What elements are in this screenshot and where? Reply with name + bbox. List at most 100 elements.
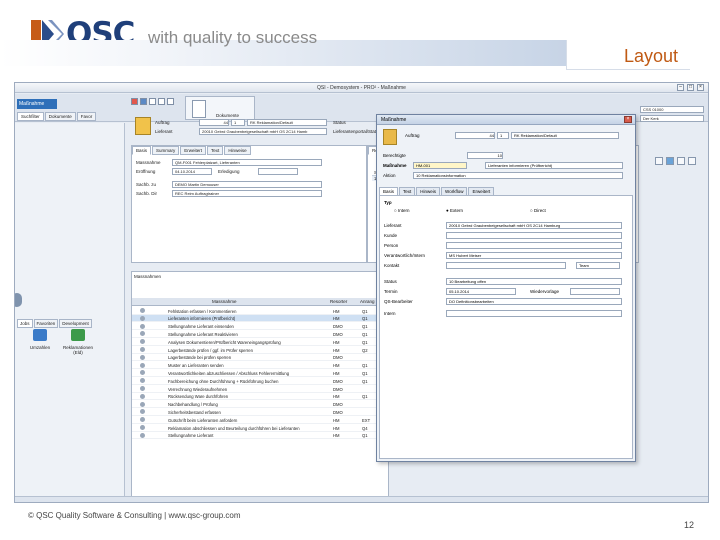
list-item[interactable]: Lagerbestände prüfen / ggf. im Prüfer sp… (132, 346, 388, 354)
info-icon[interactable] (167, 98, 174, 105)
dialog-auftrag-field[interactable]: 44 (455, 132, 495, 139)
dialog-field-value[interactable] (446, 242, 622, 249)
dialog-auftrag-sub[interactable]: 1 (497, 132, 509, 139)
minimize-icon[interactable]: – (677, 84, 684, 91)
dialog-field-value[interactable]: DO Definitionsbearbeiten (446, 298, 622, 305)
list-item[interactable]: Fehlstation erfassen / Kommentieren HM Q1 (132, 307, 388, 315)
dialog-field-value[interactable]: 10 Bearbeitung offen (446, 278, 622, 285)
sidebar-tab-jobs[interactable]: Jobs (17, 319, 33, 328)
maximize-icon[interactable]: □ (687, 84, 694, 91)
erledigung-field[interactable] (258, 168, 298, 175)
dialog-field-value[interactable]: MS Hubert Meiser (446, 252, 622, 259)
list-item-resorter: DMO (333, 331, 343, 337)
sidebar-collapse-handle[interactable] (15, 293, 22, 307)
dialog-title: Maßnahme (377, 115, 635, 125)
tab-text[interactable]: Text (207, 146, 224, 155)
list-item-name: Reklamation abschliessen und Beurteilung… (168, 425, 300, 431)
sachb-zu-field[interactable]: DEMO Martin Demouser (172, 181, 322, 188)
list-item-anrang: Q1 (362, 316, 368, 322)
radio-extern[interactable]: ● Extern (446, 208, 463, 213)
export-icon[interactable] (677, 157, 685, 165)
berechtigte-field[interactable]: 10 (467, 152, 503, 159)
list-item[interactable]: Muster an Lieferanten senden HM Q1 (132, 362, 388, 370)
list-item[interactable]: Stellungnahme Lieferant einsenden DMO Q1 (132, 323, 388, 331)
list-item-name: Verantwortlichkeiten abzuschliessen / Ab… (168, 370, 290, 376)
dokumente-box[interactable]: Dokumente (185, 96, 255, 120)
lieferant-field[interactable]: 20010 Gebrd Graubenbeigesellschaft mbH O… (199, 128, 327, 135)
aktion-select[interactable]: 10 Reklamationsinformation (413, 172, 623, 179)
list-item[interactable]: Lagerbestände bei prüfen sperren DMO (132, 354, 388, 362)
tab-favor[interactable]: Favor (76, 112, 97, 121)
team-button[interactable]: Team (576, 262, 620, 269)
dialog-auftrag-type[interactable]: RK Reklamation/Default (511, 132, 619, 139)
eroeffnung-field[interactable]: 04.10.2014 (172, 168, 212, 175)
tab-dokumente[interactable]: Dokumente (44, 112, 76, 121)
save-icon[interactable] (140, 98, 147, 105)
list-item-name: Lieferanten informieren (Prüfbericht) (168, 316, 236, 322)
status-icon (140, 354, 145, 360)
sidebar-item-reklamationen[interactable]: Reklamationen (Eld) (63, 345, 93, 355)
list-item[interactable]: Nachbehandlung / Prüfung DMO (132, 401, 388, 409)
list-item[interactable]: Lieferanten informieren (Prüfbericht) HM Q… (132, 314, 388, 323)
erledigung-label: Erledigung (218, 169, 240, 174)
dialog-field-value[interactable] (446, 262, 566, 269)
list-item[interactable]: Verrechnung Wiederaufnehmen DMO (132, 385, 388, 393)
window-controls: – □ × (677, 84, 704, 91)
auftrag-sub-field[interactable]: 1 (231, 119, 245, 126)
col-anrang[interactable]: Anrang (360, 299, 375, 304)
tab-suchfilter[interactable]: Suchfilter (17, 112, 44, 121)
tab-summary[interactable]: Summary (152, 146, 180, 155)
slide: QSC with quality to success Layout QSI -… (0, 0, 720, 540)
layout-title-box: Layout (566, 40, 690, 70)
settings-icon[interactable] (688, 157, 696, 165)
sidebar-tabs: Jobs Favoriten Development (17, 319, 92, 328)
tab-hinweise[interactable]: Hinweise (224, 146, 251, 155)
list-item[interactable]: Gutschrift beim Lieferanten anfordern HM E… (132, 416, 388, 424)
list-item[interactable]: Analysen Dokumentieren/Prüfbericht Waren… (132, 338, 388, 346)
app-name: Maßnahme (17, 99, 57, 109)
tab-erweitert[interactable]: Erweitert (180, 146, 207, 155)
list-item[interactable]: Rücksendung Ware durchführen HM Q1 (132, 393, 388, 401)
list-item[interactable]: Sicherheitsbestand erfassen DMO (132, 408, 388, 416)
refresh-icon[interactable] (158, 98, 165, 105)
dialog-field-label: QS-Bearbeiter (384, 299, 413, 304)
dialog-field-value[interactable] (446, 232, 622, 239)
sidebar-tab-favoriten[interactable]: Favoriten (33, 319, 59, 328)
list-item[interactable]: Verantwortlichkeiten abzuschliessen / Ab… (132, 369, 388, 377)
delete-icon[interactable] (131, 98, 138, 105)
user-select[interactable]: Der Kerk (640, 115, 704, 122)
monitor-icon[interactable] (33, 329, 47, 341)
list-item[interactable]: Fachbereichung ohne Durchführung + Rückf… (132, 377, 388, 385)
list-item-anrang: Q1 (362, 433, 368, 439)
dialog-massnahme-text[interactable]: Lieferanten informieren (Prüfbericht) (485, 162, 623, 169)
col-massnahme[interactable]: Massnahme (212, 299, 237, 304)
radio-direct[interactable]: ○ Direct (530, 208, 546, 213)
forward-icon[interactable] (666, 157, 674, 165)
filter-icon[interactable] (655, 157, 663, 165)
dialog-field-value[interactable]: 20010 Gebrd Graubenbeigesellschaft mbH O… (446, 222, 622, 229)
list-item[interactable]: Reklamation abschliessen und Beurteilung… (132, 424, 388, 432)
client-select[interactable]: CSS 01000 (640, 106, 704, 113)
print-icon[interactable] (149, 98, 156, 105)
reklamation-icon[interactable] (71, 329, 85, 341)
auftrag-type-field[interactable]: RK Reklamation/Default (247, 119, 327, 126)
dialog-massnahme-code[interactable]: HM-001 (413, 162, 467, 169)
list-item[interactable]: Stellungnahme Lieferant HM Q1 (132, 432, 388, 440)
status-icon (140, 308, 145, 313)
sidebar-tab-development[interactable]: Development (59, 319, 92, 328)
massnahme-field[interactable]: QM-F001 Fehlerplatzart, Lieferanten (172, 159, 322, 166)
wiedervorlage-field[interactable] (570, 288, 620, 295)
auftrag-field[interactable]: 44 (199, 119, 229, 126)
slide-title: Layout (623, 46, 678, 66)
close-icon[interactable]: × (697, 84, 704, 91)
sachb-dir-field[interactable]: REC Reim Auftragtrainer (172, 190, 322, 197)
dialog-field-value[interactable] (446, 310, 622, 317)
dialog-field-value[interactable]: 05.10.2014 (446, 288, 516, 295)
list-item[interactable]: Stellungnahme Lieferant Reaktivieren DMO Q… (132, 330, 388, 338)
sidebar-item-umzahlen[interactable]: Umzahlen (25, 345, 55, 350)
eroeffnung-label: Eröffnung (136, 169, 156, 174)
radio-intern[interactable]: ○ Intern (394, 208, 409, 213)
dialog-close-icon[interactable]: × (624, 116, 632, 123)
col-resorter[interactable]: Resorter (330, 299, 347, 304)
tab-basis[interactable]: Basis (132, 146, 152, 155)
